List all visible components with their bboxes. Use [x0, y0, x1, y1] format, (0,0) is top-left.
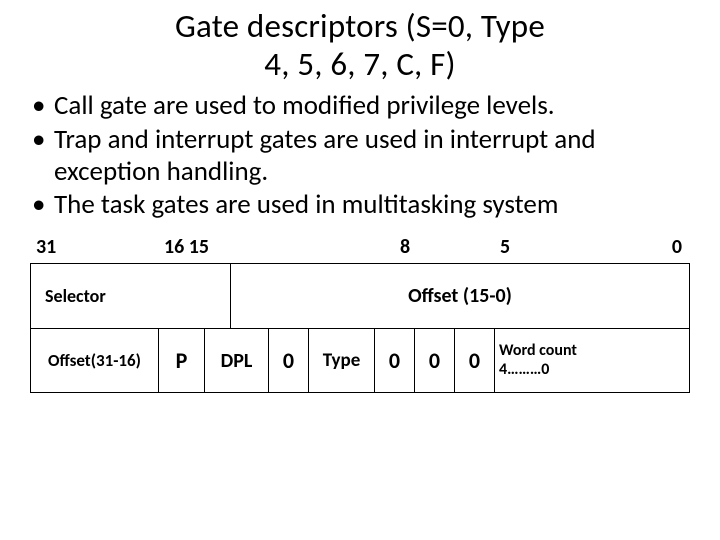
bit-position-row: 31 16 15 8 5 0 [30, 235, 690, 263]
bit-label-8: 8 [400, 235, 500, 259]
field-dpl: DPL [205, 329, 269, 392]
field-zero-3: 0 [415, 329, 455, 392]
bit-label-0: 0 [620, 235, 688, 259]
descriptor-diagram: 31 16 15 8 5 0 Selector Offset (15-0) Of… [30, 235, 690, 393]
field-zero-1: 0 [269, 329, 309, 392]
slide-title: Gate descriptors (S=0, Type 4, 5, 6, 7, … [28, 8, 692, 84]
descriptor-row-upper: Selector Offset (15-0) [31, 264, 689, 328]
field-zero-4: 0 [455, 329, 495, 392]
field-offset-31-16: Offset(31-16) [31, 329, 159, 392]
field-word-count: Word count 4………0 [495, 329, 689, 392]
spacer [248, 235, 400, 259]
bit-label-31: 31 [32, 235, 164, 259]
field-offset-15-0: Offset (15-0) [231, 264, 689, 328]
field-p: P [159, 329, 205, 392]
word-count-line-2: 4………0 [499, 361, 549, 379]
bullet-list: Call gate are used to modified privilege… [28, 90, 692, 221]
bullet-item: The task gates are used in multitasking … [28, 189, 692, 221]
field-zero-2: 0 [375, 329, 415, 392]
bit-label-5: 5 [500, 235, 620, 259]
title-line-1: Gate descriptors (S=0, Type [175, 6, 545, 46]
bullet-item: Call gate are used to modified privilege… [28, 90, 692, 122]
descriptor-row-lower: Offset(31-16) P DPL 0 Type 0 0 0 Word co… [31, 328, 689, 392]
field-selector: Selector [31, 264, 231, 328]
descriptor-table: Selector Offset (15-0) Offset(31-16) P D… [30, 263, 690, 393]
word-count-line-1: Word count [499, 342, 577, 360]
title-line-2: 4, 5, 6, 7, C, F) [264, 44, 455, 84]
slide: Gate descriptors (S=0, Type 4, 5, 6, 7, … [0, 0, 720, 540]
field-type: Type [309, 329, 375, 392]
bullet-item: Trap and interrupt gates are used in int… [28, 124, 692, 188]
bit-label-16-15: 16 15 [164, 235, 248, 259]
